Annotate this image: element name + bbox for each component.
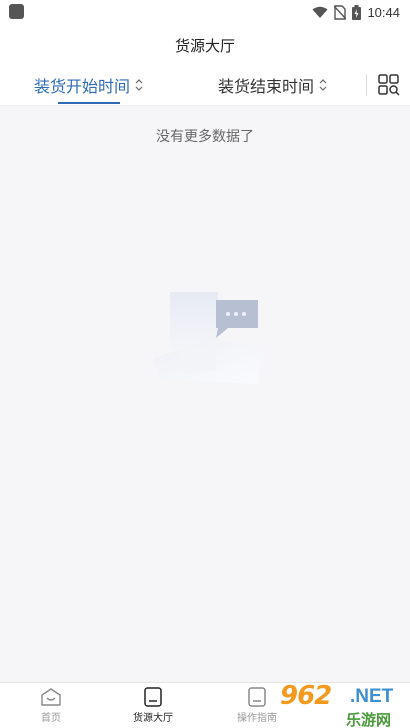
filter-divider (366, 74, 367, 96)
sort-icon (135, 79, 143, 91)
title-bar: 货源大厅 (0, 26, 410, 64)
watermark-subtitle: 乐游网 (346, 711, 392, 728)
watermark-logo: 962 .NET 乐游网 (274, 679, 410, 728)
filter-bar: 装货开始时间 装货结束时间 (0, 64, 410, 106)
sort-icon (319, 79, 327, 91)
no-sim-icon (334, 4, 347, 20)
nav-item-cargo-hall[interactable]: 货源大厅 (113, 687, 193, 724)
tab-loading-start-time[interactable]: 装货开始时间 (34, 64, 144, 106)
nav-label: 货源大厅 (133, 713, 173, 724)
app-notification-icon (9, 4, 24, 19)
watermark-digits: 962 (280, 681, 332, 711)
battery-icon (352, 4, 362, 20)
guide-icon (248, 687, 266, 707)
status-time: 10:44 (367, 4, 400, 20)
tab-loading-end-time[interactable]: 装货结束时间 (218, 64, 328, 106)
page-title: 货源大厅 (174, 36, 235, 55)
empty-message-icon (154, 292, 262, 384)
nav-label: 首页 (41, 713, 61, 724)
tab-label: 装货开始时间 (34, 77, 131, 96)
document-icon (144, 687, 162, 707)
watermark-suffix: .NET (350, 686, 394, 707)
wifi-icon (312, 6, 328, 18)
home-icon (41, 688, 61, 706)
nav-item-home[interactable]: 首页 (11, 687, 91, 724)
grid-search-icon[interactable] (378, 74, 400, 96)
status-bar: 10:44 (0, 0, 410, 26)
tab-label: 装货结束时间 (218, 77, 315, 96)
empty-message: 没有更多数据了 (156, 129, 254, 145)
active-tab-indicator (58, 102, 121, 104)
nav-label: 操作指南 (237, 713, 277, 724)
status-icons: 10:44 (312, 4, 400, 20)
